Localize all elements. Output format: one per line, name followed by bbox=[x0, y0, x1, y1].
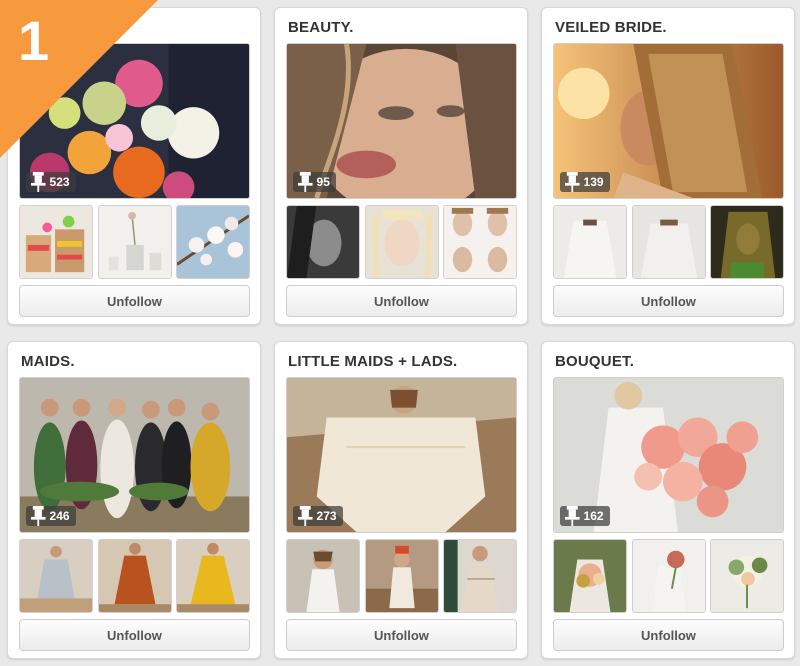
board-card-bouquet[interactable]: BOUQUET. 162 Unfollow bbox=[541, 341, 795, 659]
unfollow-button[interactable]: Unfollow bbox=[286, 285, 517, 317]
thumbnail-image[interactable] bbox=[631, 539, 706, 613]
board-title: BOUQUET. bbox=[555, 353, 635, 370]
unfollow-button[interactable]: Unfollow bbox=[553, 619, 784, 651]
thumbnail-image[interactable] bbox=[19, 539, 93, 613]
thumbnail-image[interactable] bbox=[553, 539, 627, 613]
thumbnail-image[interactable] bbox=[97, 539, 172, 613]
pin-count-badge: 246 bbox=[26, 506, 76, 526]
board-title: VEILED BRIDE. bbox=[555, 19, 667, 36]
pushpin-icon bbox=[31, 506, 46, 526]
board-thumbnails bbox=[286, 205, 517, 279]
thumbnail-image[interactable] bbox=[176, 205, 250, 279]
board-cover-image[interactable]: 273 bbox=[286, 377, 517, 533]
board-title: MAIDS. bbox=[21, 353, 75, 370]
pin-count: 273 bbox=[316, 509, 337, 523]
board-cover-image[interactable]: 162 bbox=[553, 377, 784, 533]
thumbnail-image[interactable] bbox=[364, 205, 439, 279]
board-card-veiled-bride[interactable]: VEILED BRIDE. 139 Unfollow bbox=[541, 7, 795, 325]
board-title: LITTLE MAIDS + LADS. bbox=[288, 353, 458, 370]
thumbnail-image[interactable] bbox=[553, 205, 627, 279]
pushpin-icon bbox=[31, 172, 46, 192]
pin-count: 139 bbox=[583, 175, 604, 189]
board-cover-image[interactable]: 139 bbox=[553, 43, 784, 199]
thumbnail-image[interactable] bbox=[710, 205, 784, 279]
pin-count: 162 bbox=[583, 509, 604, 523]
pushpin-icon bbox=[298, 172, 313, 192]
unfollow-button[interactable]: Unfollow bbox=[553, 285, 784, 317]
rank-number: 1 bbox=[18, 9, 50, 72]
board-card-beauty[interactable]: BEAUTY. 95 Unfollow bbox=[274, 7, 528, 325]
pushpin-icon bbox=[565, 172, 580, 192]
board-cover-image[interactable]: 246 bbox=[19, 377, 250, 533]
pin-count: 246 bbox=[49, 509, 70, 523]
pushpin-icon bbox=[565, 506, 580, 526]
thumbnail-image[interactable] bbox=[631, 205, 706, 279]
pin-count: 95 bbox=[316, 175, 330, 189]
pushpin-icon bbox=[298, 506, 313, 526]
board-title: BEAUTY. bbox=[288, 19, 354, 36]
unfollow-button[interactable]: Unfollow bbox=[19, 285, 250, 317]
thumbnail-image[interactable] bbox=[364, 539, 439, 613]
pin-count-badge: 95 bbox=[293, 172, 336, 192]
board-thumbnails bbox=[553, 205, 784, 279]
thumbnail-image[interactable] bbox=[176, 539, 250, 613]
pin-count-badge: 523 bbox=[26, 172, 76, 192]
unfollow-button[interactable]: Unfollow bbox=[19, 619, 250, 651]
thumbnail-image[interactable] bbox=[443, 205, 517, 279]
thumbnail-image[interactable] bbox=[19, 205, 93, 279]
board-thumbnails bbox=[19, 205, 250, 279]
board-thumbnails bbox=[286, 539, 517, 613]
unfollow-button[interactable]: Unfollow bbox=[286, 619, 517, 651]
pin-count-badge: 162 bbox=[560, 506, 610, 526]
pin-count-badge: 139 bbox=[560, 172, 610, 192]
thumbnail-image[interactable] bbox=[286, 205, 360, 279]
thumbnail-image[interactable] bbox=[286, 539, 360, 613]
board-thumbnails bbox=[553, 539, 784, 613]
thumbnail-image[interactable] bbox=[710, 539, 784, 613]
board-card-maids[interactable]: MAIDS. 246 Unfollow bbox=[7, 341, 261, 659]
board-cover-image[interactable]: 95 bbox=[286, 43, 517, 199]
pin-count: 523 bbox=[49, 175, 70, 189]
board-thumbnails bbox=[19, 539, 250, 613]
thumbnail-image[interactable] bbox=[443, 539, 517, 613]
pin-count-badge: 273 bbox=[293, 506, 343, 526]
thumbnail-image[interactable] bbox=[97, 205, 172, 279]
board-card-little-maids-lads[interactable]: LITTLE MAIDS + LADS. 273 Unfollow bbox=[274, 341, 528, 659]
